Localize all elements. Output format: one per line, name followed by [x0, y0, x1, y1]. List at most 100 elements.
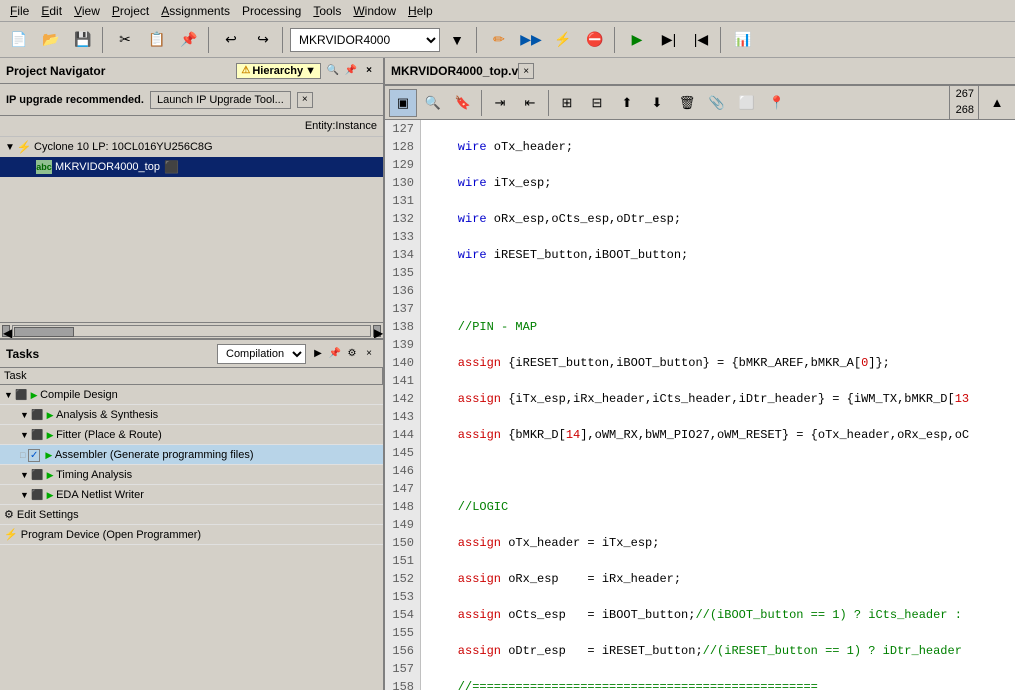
- tasks-header: Tasks Compilation ▶ 📌 ⚙ ×: [0, 340, 383, 368]
- code-content[interactable]: wire oTx_header; wire iTx_esp; wire oRx_…: [421, 120, 1015, 690]
- task-column-header: Task: [0, 368, 383, 385]
- task-program-device[interactable]: ⚡ Program Device (Open Programmer): [0, 525, 383, 545]
- scroll-left-btn[interactable]: ◀: [2, 325, 10, 337]
- task-edit-settings[interactable]: ⚙ Edit Settings: [0, 505, 383, 525]
- cut-button[interactable]: ✂: [110, 26, 140, 54]
- launch-ip-upgrade-button[interactable]: Launch IP Upgrade Tool...: [150, 91, 291, 109]
- copy-button[interactable]: 📋: [142, 26, 172, 54]
- task-status-icon: ⬛: [15, 390, 30, 401]
- tasks-table: Task ▼ ⬛ ▶ Compile Design: [0, 368, 383, 545]
- tree-top-module[interactable]: abc MKRVIDOR4000_top ⬛: [0, 157, 383, 177]
- task-timing[interactable]: ▼ ⬛ ▶ Timing Analysis: [0, 465, 383, 485]
- redo-button[interactable]: ↪: [248, 26, 278, 54]
- rtl-button[interactable]: 📊: [728, 26, 758, 54]
- prev-bookmark-btn[interactable]: ⬆: [613, 89, 641, 117]
- menu-window[interactable]: Window: [347, 2, 402, 20]
- scroll-track[interactable]: [12, 325, 371, 337]
- attach-btn[interactable]: 📎: [703, 89, 731, 117]
- navigator-scrollbar[interactable]: ◀ ▶: [0, 322, 383, 338]
- tasks-pin-icon[interactable]: 📌: [327, 346, 343, 362]
- code-line-136: [429, 462, 1007, 480]
- menu-processing[interactable]: Processing: [236, 2, 307, 20]
- task-compile-design[interactable]: ▼ ⬛ ▶ Compile Design: [0, 385, 383, 405]
- code-line-139: assign oRx_esp = iRx_header;: [429, 570, 1007, 588]
- scroll-right-btn[interactable]: ▶: [373, 325, 381, 337]
- device-select[interactable]: MKRVIDOR4000: [290, 28, 440, 52]
- open-button[interactable]: 📂: [36, 26, 66, 54]
- fit-button[interactable]: ⚡: [548, 26, 578, 54]
- expand-icon: ▼: [20, 490, 31, 500]
- clear-bookmark-btn[interactable]: 🗑: [673, 89, 701, 117]
- task-fitter[interactable]: ▼ ⬛ ▶ Fitter (Place & Route): [0, 425, 383, 445]
- expand-icon: ▼: [20, 410, 31, 420]
- paste-button[interactable]: 📌: [174, 26, 204, 54]
- next-bookmark-btn[interactable]: ⬇: [643, 89, 671, 117]
- play-icon: ▶: [47, 490, 56, 500]
- editor-close-button[interactable]: ×: [518, 63, 534, 79]
- tasks-start-icon[interactable]: ▶: [310, 346, 326, 362]
- code-editor[interactable]: 127128129130131 132133134135136 13713813…: [385, 120, 1015, 690]
- editor-bookmark-btn[interactable]: 🔖: [449, 89, 477, 117]
- code-line-127: wire oTx_header;: [429, 138, 1007, 156]
- hierarchy-dropdown[interactable]: ⚠ Hierarchy ▼: [236, 63, 321, 79]
- code-line-131: [429, 282, 1007, 300]
- separator-4: [476, 27, 480, 53]
- device-label: Cyclone 10 LP: 10CL016YU256C8G: [34, 141, 213, 153]
- task-assembler[interactable]: □ ✓ ▶ Assembler (Generate programming fi…: [0, 445, 383, 465]
- menu-file[interactable]: File: [4, 2, 35, 20]
- scroll-up-btn[interactable]: ▲: [983, 89, 1011, 117]
- scroll-thumb[interactable]: [14, 327, 74, 337]
- indent-btn[interactable]: ⇥: [486, 89, 514, 117]
- analyze-button[interactable]: ✏: [484, 26, 514, 54]
- menu-edit[interactable]: Edit: [35, 2, 68, 20]
- menu-project[interactable]: Project: [106, 2, 155, 20]
- task-analysis-synthesis[interactable]: ▼ ⬛ ▶ Analysis & Synthesis: [0, 405, 383, 425]
- tree-device-node[interactable]: ▼ ⚡ Cyclone 10 LP: 10CL016YU256C8G: [0, 137, 383, 157]
- editor-find-btn[interactable]: 🔍: [419, 89, 447, 117]
- task-status-check: ✓: [28, 449, 40, 462]
- stop-button[interactable]: ⛔: [580, 26, 610, 54]
- nav-settings-icon[interactable]: ×: [361, 63, 377, 79]
- step-button[interactable]: ▶|: [654, 26, 684, 54]
- right-panel: MKRVIDOR4000_top.v × ▣ 🔍 🔖 ⇥ ⇤ ⊞ ⊟ ⬆ ⬇ 🗑…: [385, 58, 1015, 690]
- separator-3: [282, 27, 286, 53]
- code-line-141: assign oDtr_esp = iRESET_button;//(iRESE…: [429, 642, 1007, 660]
- close-ip-banner-button[interactable]: ×: [297, 92, 313, 108]
- nav-pin-icon[interactable]: 📌: [343, 63, 359, 79]
- compilation-select[interactable]: Compilation: [217, 344, 306, 364]
- task-eda[interactable]: ▼ ⬛ ▶ EDA Netlist Writer: [0, 485, 383, 505]
- tasks-close-icon[interactable]: ×: [361, 346, 377, 362]
- menu-assignments[interactable]: Assignments: [155, 2, 236, 20]
- editor-select-mode[interactable]: ▣: [389, 89, 417, 117]
- code-line-130: wire iRESET_button,iBOOT_button;: [429, 246, 1007, 264]
- ip-upgrade-text: IP upgrade recommended.: [6, 94, 144, 106]
- tasks-panel: Tasks Compilation ▶ 📌 ⚙ × Task: [0, 338, 383, 545]
- top-module-label: MKRVIDOR4000_top: [55, 161, 160, 173]
- task-label: Fitter (Place & Route): [56, 429, 162, 441]
- compile-button[interactable]: ▶▶: [516, 26, 546, 54]
- editor-sep2: [548, 90, 549, 116]
- play-icon: ▶: [31, 390, 40, 400]
- device-dropdown[interactable]: ▼: [442, 26, 472, 54]
- menu-tools[interactable]: Tools: [307, 2, 347, 20]
- search-icon[interactable]: 🔍: [325, 63, 341, 79]
- outdent-btn[interactable]: ⇤: [516, 89, 544, 117]
- menu-view[interactable]: View: [68, 2, 106, 20]
- left-panel: Project Navigator ⚠ Hierarchy ▼ 🔍 📌 × IP…: [0, 58, 385, 690]
- stepback-button[interactable]: |◀: [686, 26, 716, 54]
- expand-all-btn[interactable]: ⊞: [553, 89, 581, 117]
- collapse-all-btn[interactable]: ⊟: [583, 89, 611, 117]
- menu-help[interactable]: Help: [402, 2, 439, 20]
- save-button[interactable]: 💾: [68, 26, 98, 54]
- editor-title: MKRVIDOR4000_top.v: [391, 64, 518, 78]
- undo-button[interactable]: ↩: [216, 26, 246, 54]
- run-button[interactable]: ▶: [622, 26, 652, 54]
- loc-btn[interactable]: 📍: [763, 89, 791, 117]
- task-label: EDA Netlist Writer: [56, 489, 144, 501]
- nav-icons: 🔍 📌 ×: [325, 63, 377, 79]
- play-icon: ▶: [47, 430, 56, 440]
- new-button[interactable]: 📄: [4, 26, 34, 54]
- line-numbers: 127128129130131 132133134135136 13713813…: [385, 120, 421, 690]
- tasks-settings-icon[interactable]: ⚙: [344, 346, 360, 362]
- rtl-view-btn[interactable]: ⬜: [733, 89, 761, 117]
